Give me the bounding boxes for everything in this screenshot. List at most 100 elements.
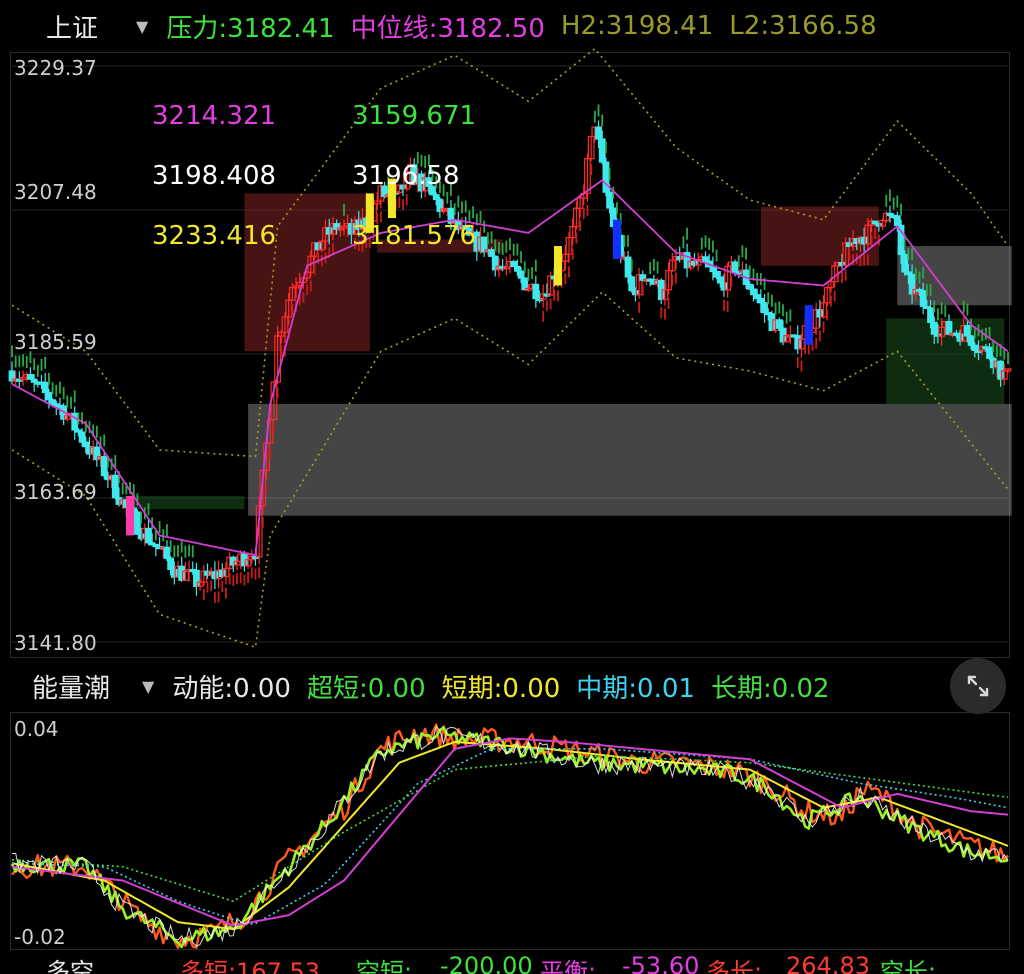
candle-body [632,290,639,296]
candle-body [768,313,776,332]
y-tick-label: 0.04 [14,717,59,741]
candle-body [314,242,322,251]
candle-body [436,198,444,213]
signal-bar [612,219,621,260]
expand-arrows-icon [967,675,989,697]
indicator-momentum-value: 0.00 [233,673,291,704]
candle-body [761,302,768,314]
indicator-series-line [11,737,1009,927]
indicator-ultrashort-value: 0.00 [367,673,426,704]
signal-bar [126,495,135,536]
candle-body [989,357,997,369]
y-tick-label: 3141.80 [14,631,97,655]
indicator-series-line [11,754,1009,903]
candle-body [432,194,440,200]
candle-body [27,374,34,380]
candle-body [86,446,93,455]
indicator-short: 短期:0.00 [442,668,561,705]
indicator-mid-value: 0.01 [637,673,695,704]
candle-body [100,456,108,477]
footer-long-value: 264.83 [786,952,870,974]
candle-body [510,260,518,267]
band-zone [248,403,1012,516]
level-label: 3214.321 [152,101,276,131]
indicator-name[interactable]: 能量潮 [32,668,142,705]
indicator-long-label: 长期: [710,673,772,704]
candle-body [967,335,975,346]
footer-long-label: 多长: [706,958,763,974]
candle-body [901,253,909,273]
candle-body [82,441,90,448]
level-label: 3159.671 [352,101,476,131]
footer-short-label: 空短: [356,958,413,974]
indicator-series-line [11,740,1009,931]
candle-body [93,446,101,461]
candle-body [927,307,934,323]
indicator-series-line [11,723,1009,949]
y-tick-label: 3163.69 [14,480,97,504]
candle-body [794,335,802,350]
candle-body [513,265,521,272]
candle-body [731,261,739,273]
candle-body [45,391,53,401]
candle-body [134,511,141,535]
candle-body [816,309,824,318]
indicator-long: 长期:0.02 [711,668,830,705]
footer-balance-label: 平衡: [540,958,597,974]
y-tick-label: 3229.37 [14,56,97,80]
indicator-long-value: 0.02 [771,673,830,704]
candle-body [860,236,868,245]
candle-body [111,474,119,499]
level-label: 3181.576 [352,221,476,251]
level-label: 3196.58 [352,161,460,191]
candle-body [775,319,783,329]
candle-body [702,256,709,262]
candle-body [602,161,610,193]
candle-body [598,138,606,163]
footer-title: 多空 [46,958,94,974]
candle-body [893,215,901,226]
chevron-down-icon[interactable]: ▼ [142,677,154,696]
footer-indicator-row: 多空 多短:167.53 空短: -200.00 平衡: -53.60 多长: … [0,950,1024,974]
candle-body [919,290,927,307]
candle-body [78,431,86,443]
indicator-momentum-label: 动能: [172,673,234,704]
indicator-ultrashort-label: 超短: [306,673,368,704]
y-tick-label: 3185.59 [14,330,97,354]
indicator-chart[interactable]: 0.04 -0.02 [0,712,1024,952]
indicator-mid-label: 中期: [576,673,638,704]
candle-body [713,270,720,278]
y-tick-label: 3207.48 [14,180,97,204]
candle-body [606,191,613,209]
candle-body [971,344,979,351]
candle-body [49,399,56,405]
indicator-short-value: 0.00 [502,673,561,704]
indicator-header: 能量潮 ▼ 动能:0.00 超短:0.00 短期:0.00 中期:0.01 长期… [0,660,1024,712]
signal-bar [553,246,562,286]
indicator-ultrashort: 超短:0.00 [307,668,426,705]
signal-bar [804,305,813,345]
expand-button[interactable] [950,658,1006,714]
level-label: 3233.416 [152,221,276,251]
candle-body [716,276,724,284]
footer-short-value: -200.00 [440,952,533,974]
candle-body [137,533,145,540]
candle-body [532,283,540,300]
candle-body [746,283,754,290]
indicator-series-line [11,748,1009,926]
candle-body [709,266,717,273]
candle-body [750,288,757,296]
candle-body [325,227,333,235]
indicator-momentum: 动能:0.00 [172,668,291,705]
candle-body [853,238,861,245]
footer-balance-value: -53.60 [622,952,700,974]
candle-body [211,571,219,580]
candle-body [908,273,916,295]
candle-body [517,270,525,279]
footer-long-short: 多短:167.53 [180,958,321,974]
indicator-mid: 中期:0.01 [576,668,695,705]
price-chart[interactable]: 3229.37 3207.48 3185.59 3163.69 3141.80 … [0,0,1024,660]
candle-body [930,321,938,335]
candle-body [491,255,499,271]
candle-body [145,527,152,544]
